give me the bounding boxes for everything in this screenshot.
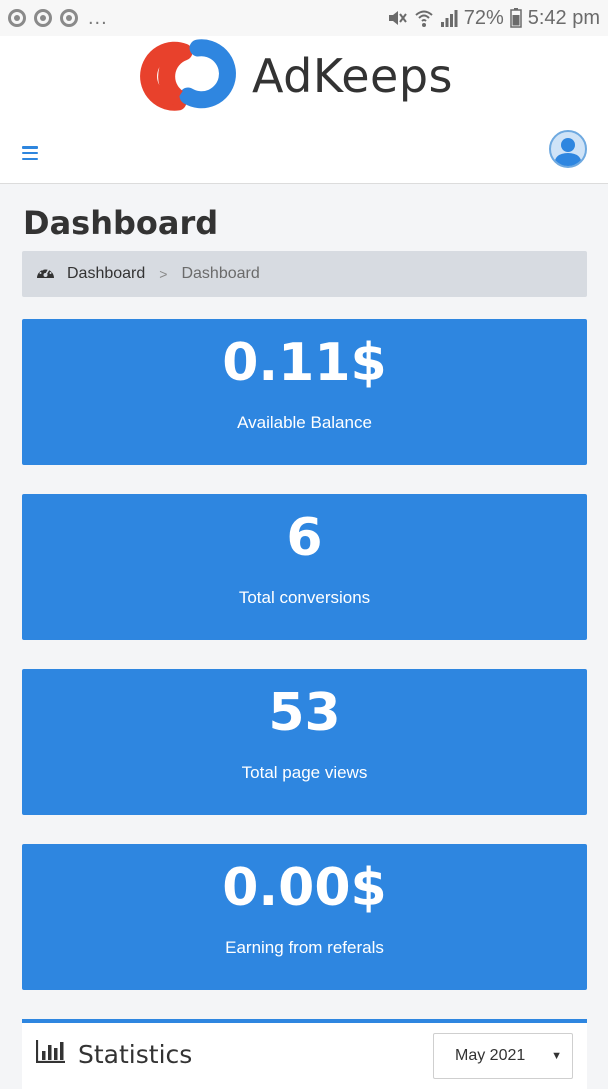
chevron-down-icon: ▼: [551, 1050, 562, 1062]
signal-icon: [440, 8, 458, 28]
mute-icon: [386, 8, 408, 28]
stat-value: 0.11$: [222, 333, 387, 393]
chrome-notification-icon: [60, 9, 78, 27]
status-bar-system: 72% 5:42 pm: [386, 7, 600, 30]
available-balance-card: 0.11$ Available Balance: [22, 319, 587, 465]
more-notifications-indicator: ...: [88, 6, 108, 29]
battery-icon: [509, 8, 522, 28]
referral-earnings-card: 0.00$ Earning from referals: [22, 844, 587, 990]
hamburger-icon[interactable]: [22, 146, 38, 160]
page-title: Dashboard: [23, 204, 219, 242]
statistics-header: Statistics: [35, 1039, 193, 1069]
user-avatar-icon[interactable]: [549, 130, 587, 168]
month-select-value: May 2021: [455, 1047, 526, 1064]
statistics-panel: Statistics May 2021 ▼: [22, 1019, 587, 1089]
stat-value: 0.00$: [222, 858, 387, 918]
statistics-title: Statistics: [78, 1039, 193, 1069]
dashboard-gauge-icon: [36, 264, 55, 284]
total-conversions-card: 6 Total conversions: [22, 494, 587, 640]
stat-label: Earning from referals: [225, 938, 384, 957]
chrome-notification-icon: [8, 9, 26, 27]
breadcrumb-current: Dashboard: [181, 265, 260, 282]
month-select[interactable]: May 2021 ▼: [433, 1033, 573, 1079]
breadcrumb: Dashboard > Dashboard: [22, 251, 587, 297]
stat-value: 6: [286, 508, 323, 568]
chrome-notification-icon: [34, 9, 52, 27]
app-name: AdKeeps: [252, 49, 453, 103]
total-page-views-card: 53 Total page views: [22, 669, 587, 815]
status-bar: ... 72% 5:42 pm: [0, 0, 608, 36]
adkeeps-logo-icon: [134, 36, 242, 117]
app-logo[interactable]: AdKeeps: [134, 38, 453, 114]
breadcrumb-separator: >: [159, 266, 168, 282]
stat-label: Total page views: [241, 763, 368, 782]
stat-value: 53: [268, 683, 341, 743]
battery-percent: 72%: [463, 6, 504, 29]
bar-chart-icon: [35, 1039, 66, 1069]
wifi-icon: [414, 8, 434, 28]
stat-label: Available Balance: [237, 413, 372, 432]
breadcrumb-home-link[interactable]: Dashboard: [36, 264, 145, 284]
status-bar-notifications: ...: [8, 7, 108, 30]
breadcrumb-home-label: Dashboard: [67, 265, 146, 282]
clock: 5:42 pm: [527, 6, 600, 29]
stat-label: Total conversions: [238, 588, 371, 607]
app-header: AdKeeps: [0, 36, 608, 184]
